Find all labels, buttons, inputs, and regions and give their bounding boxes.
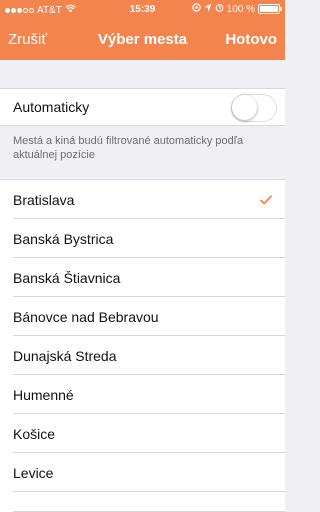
city-name: Bánovce nad Bebravou xyxy=(13,308,159,325)
city-list: Bratislava Banská Bystrica Banská Štiavnic… xyxy=(0,179,285,512)
list-item[interactable]: Banská Bystrica xyxy=(0,219,285,258)
auto-location-toggle[interactable] xyxy=(231,94,277,122)
list-item[interactable]: Humenné xyxy=(0,375,285,414)
list-item[interactable]: Dunajská Streda xyxy=(0,336,285,375)
city-name: Banská Bystrica xyxy=(13,230,114,247)
arrow-icon xyxy=(204,3,212,15)
done-button[interactable]: Hotovo xyxy=(225,31,277,48)
battery-percent: 100 % xyxy=(226,3,255,15)
status-right: 100 % xyxy=(191,3,282,15)
checkmark-icon xyxy=(260,192,272,208)
list-item[interactable]: Košice xyxy=(0,414,285,453)
list-item-partial xyxy=(0,492,285,512)
status-bar: AT&T 15:39 100 % xyxy=(0,0,285,20)
alarm-icon xyxy=(215,3,224,15)
auto-location-cell: Automaticky xyxy=(0,88,285,126)
city-name: Košice xyxy=(13,425,56,442)
navigation-bar: Zrušiť Výber mesta Hotovo xyxy=(0,20,285,60)
list-item[interactable]: Levice xyxy=(0,453,285,492)
city-name: Humenné xyxy=(13,386,74,403)
auto-location-note: Mestá a kiná budú filtrované automaticky… xyxy=(13,135,244,161)
battery-icon xyxy=(258,4,282,14)
list-item[interactable]: Bratislava xyxy=(0,180,285,219)
list-item[interactable]: Banská Štiavnica xyxy=(0,258,285,297)
city-name: Dunajská Streda xyxy=(13,347,117,364)
city-name: Levice xyxy=(13,464,54,481)
city-name: Banská Štiavnica xyxy=(13,269,121,286)
city-name: Bratislava xyxy=(13,191,75,208)
auto-location-label: Automaticky xyxy=(13,99,90,115)
toggle-knob xyxy=(232,95,257,120)
location-icon xyxy=(191,3,201,15)
list-item[interactable]: Bánovce nad Bebravou xyxy=(0,297,285,336)
